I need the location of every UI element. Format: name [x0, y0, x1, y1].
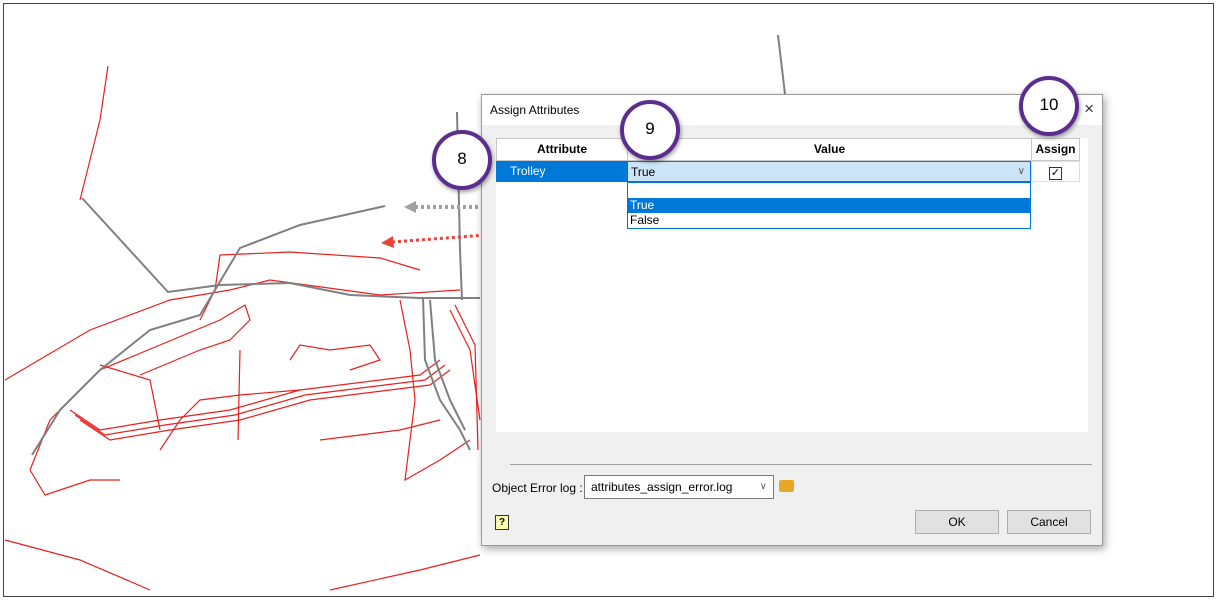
chevron-down-icon[interactable]: ∨: [760, 481, 767, 492]
folder-open-icon[interactable]: [779, 480, 794, 492]
red-polylines: [4, 65, 481, 591]
error-log-label: Object Error log :: [492, 481, 583, 495]
assign-cell: ✓: [1031, 161, 1080, 182]
value-text: True: [631, 165, 656, 179]
callout-9: 9: [620, 100, 680, 160]
close-icon[interactable]: ×: [1084, 99, 1094, 119]
dropdown-option-true[interactable]: True: [628, 198, 1030, 213]
error-log-value: attributes_assign_error.log: [591, 480, 733, 494]
assign-attributes-dialog: Assign Attributes × Attribute Value Assi…: [481, 94, 1103, 546]
error-log-select[interactable]: attributes_assign_error.log ∨: [584, 475, 774, 499]
value-dropdown-list: True False: [627, 182, 1031, 229]
divider: [510, 464, 1092, 465]
help-icon[interactable]: ?: [495, 515, 509, 530]
header-value: Value: [627, 138, 1032, 161]
header-attribute: Attribute: [496, 138, 628, 161]
callout-10: 10: [1019, 76, 1079, 136]
dropdown-option-false[interactable]: False: [628, 213, 1030, 228]
attribute-cell[interactable]: Trolley: [496, 161, 627, 182]
value-combobox[interactable]: True ∨: [627, 161, 1031, 182]
assign-checkbox[interactable]: ✓: [1049, 167, 1062, 180]
chevron-down-icon[interactable]: ∨: [1018, 162, 1025, 182]
callout-8: 8: [432, 130, 492, 190]
cancel-button[interactable]: Cancel: [1007, 510, 1091, 534]
header-assign: Assign: [1031, 138, 1080, 161]
dialog-title: Assign Attributes: [490, 103, 580, 117]
attributes-table: Attribute Value Assign Trolley True ∨ ✓ T…: [496, 138, 1088, 432]
dropdown-option-empty[interactable]: [628, 183, 1030, 198]
dialog-titlebar: Assign Attributes ×: [482, 95, 1102, 125]
ok-button[interactable]: OK: [915, 510, 999, 534]
